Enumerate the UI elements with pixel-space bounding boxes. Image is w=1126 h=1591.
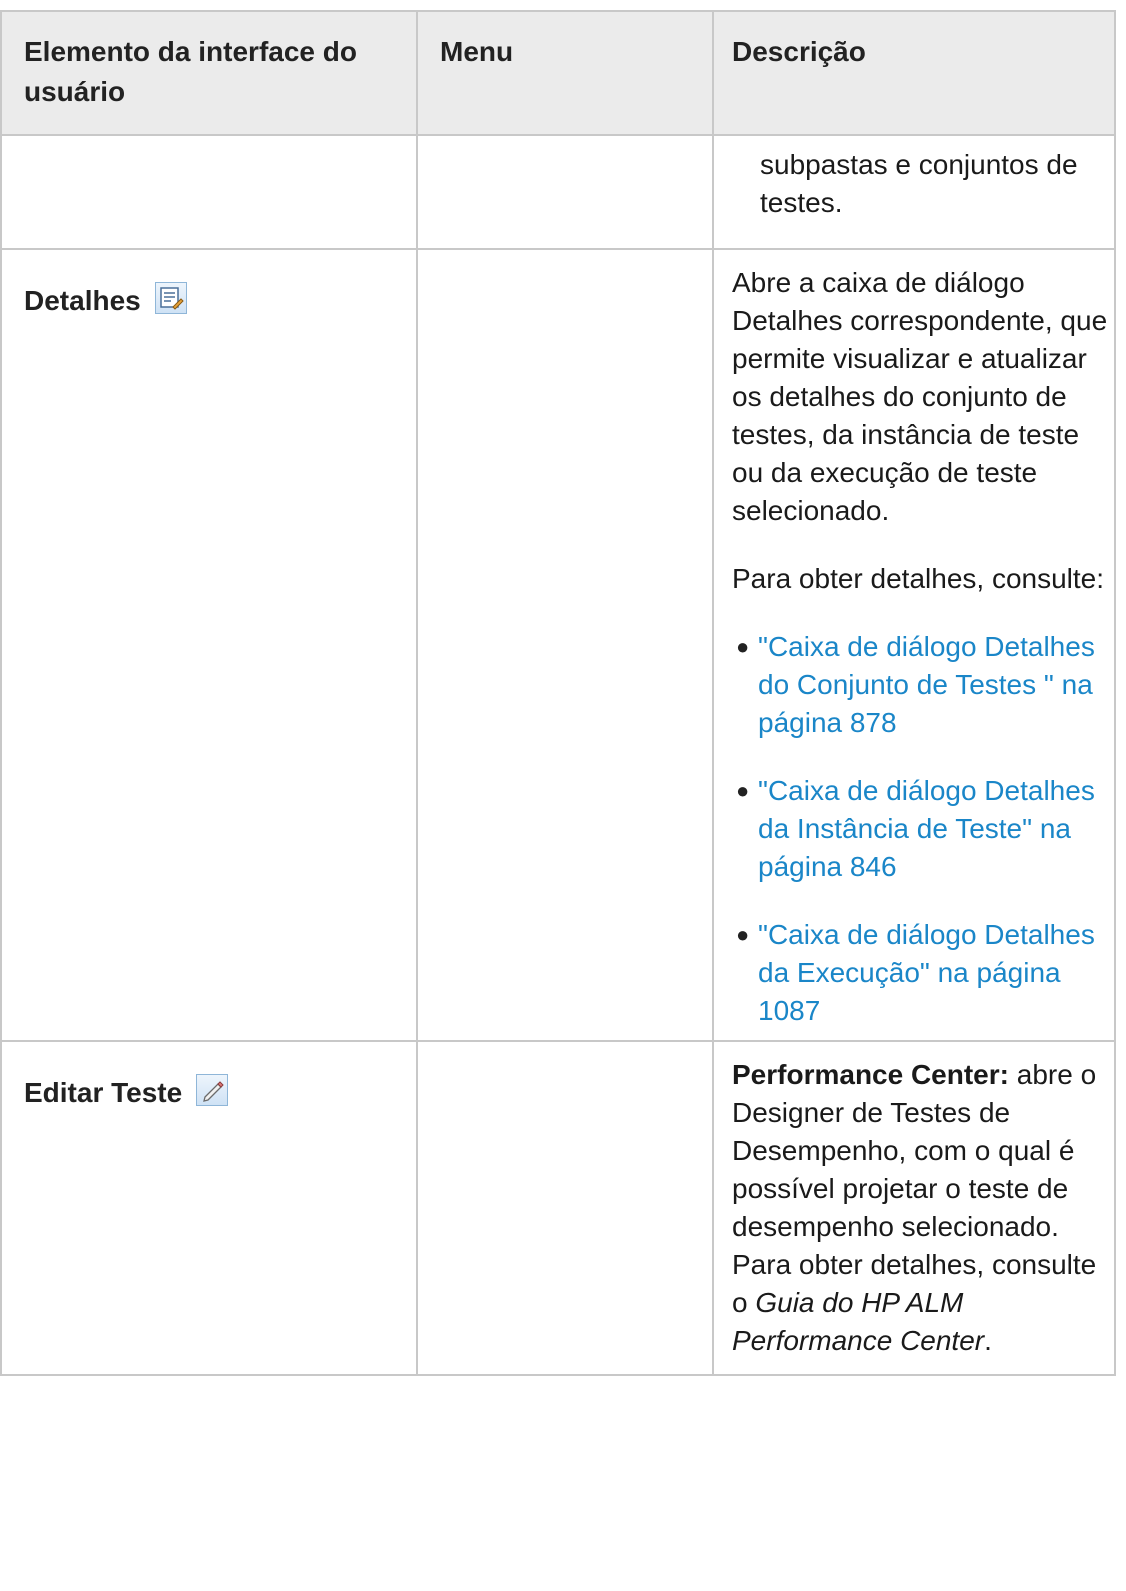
header-element: Elemento da interface do usuário bbox=[0, 10, 418, 136]
reference-link[interactable]: ● "Caixa de diálogo Detalhes do Conjunto … bbox=[732, 628, 1110, 742]
header-description: Descrição bbox=[712, 10, 1116, 136]
description-cell: Abre a caixa de diálogo Detalhes corresp… bbox=[712, 248, 1116, 1042]
element-name: Detalhes bbox=[24, 285, 141, 316]
description-text: Performance Center: abre o Designer de T… bbox=[732, 1059, 1097, 1356]
menu-cell bbox=[416, 248, 714, 1042]
details-icon bbox=[154, 282, 187, 314]
element-cell: Editar Teste bbox=[0, 1040, 418, 1376]
reference-links: ● "Caixa de diálogo Detalhes do Conjunto … bbox=[732, 628, 1110, 1030]
menu-cell bbox=[416, 134, 714, 250]
description-cell: subpastas e conjuntos de testes. bbox=[712, 134, 1116, 250]
table-row: Editar Teste Performance Center: abre o … bbox=[0, 1040, 1116, 1376]
description-text: Para obter detalhes, consulte: bbox=[732, 563, 1105, 594]
element-cell: Detalhes bbox=[0, 248, 418, 1042]
pencil-icon bbox=[195, 1074, 228, 1106]
menu-cell bbox=[416, 1040, 714, 1376]
bullet-icon: ● bbox=[736, 922, 750, 947]
table-row: Detalhes Abre a caixa de diálogo Detalhe… bbox=[0, 248, 1116, 1042]
table-header-row: Elemento da interface do usuário Menu De… bbox=[0, 10, 1116, 136]
table-row: subpastas e conjuntos de testes. bbox=[0, 134, 1116, 250]
bullet-icon: ● bbox=[736, 778, 750, 803]
bullet-icon: ● bbox=[736, 634, 750, 659]
description-cell: Performance Center: abre o Designer de T… bbox=[712, 1040, 1116, 1376]
reference-link[interactable]: ● "Caixa de diálogo Detalhes da Instância… bbox=[732, 772, 1110, 886]
header-menu: Menu bbox=[416, 10, 714, 136]
reference-link[interactable]: ● "Caixa de diálogo Detalhes da Execução"… bbox=[732, 916, 1110, 1030]
ui-elements-table: Elemento da interface do usuário Menu De… bbox=[0, 10, 1116, 1376]
description-text: Abre a caixa de diálogo Detalhes corresp… bbox=[732, 267, 1108, 526]
element-cell bbox=[0, 134, 418, 250]
element-name: Editar Teste bbox=[24, 1077, 183, 1108]
